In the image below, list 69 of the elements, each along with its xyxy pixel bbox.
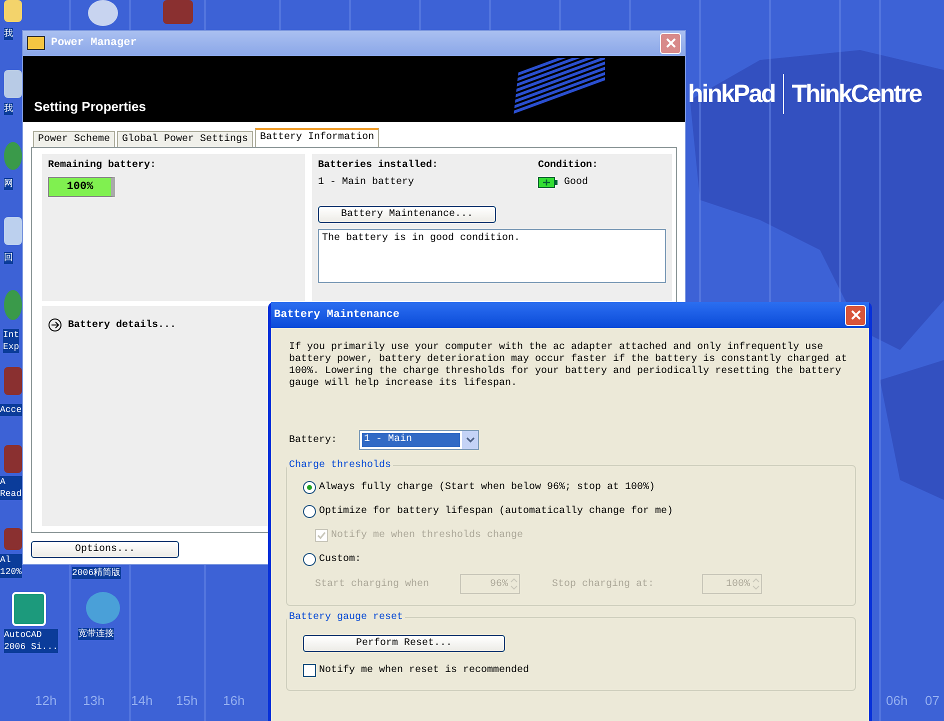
arrow-circle-icon [48,318,62,332]
brand-text: ThinkCentre [792,80,922,108]
hour-label: 12h [35,693,57,708]
tab[interactable]: Power Scheme [33,131,116,147]
battery-dropdown[interactable]: 1 - Main [359,430,480,450]
field-value: Good [564,177,588,188]
hour-label: 16h [223,693,245,708]
x-icon [850,310,860,320]
hour-label: 15h [176,693,198,708]
icon-label[interactable]: 回 [4,252,13,264]
checkbox-label[interactable]: Notify me when reset is recommended [319,664,530,676]
battery-reading: 100% [66,181,94,193]
message-box: The battery is in good condition. [318,229,666,283]
shortcut-icon[interactable] [88,0,118,26]
radio-label[interactable]: Always fully charge (Start when below 96%; stop at 100%) [319,482,656,492]
header-title: Setting Properties [34,99,146,114]
group-title: Battery gauge reset [288,612,404,623]
field-label: Remaining battery: [48,160,158,171]
shortcut-icon[interactable] [4,70,22,98]
spin-arrows-icon [510,577,518,591]
icon-label[interactable]: 我 [4,28,13,40]
icon-label[interactable]: 宽带连接 [78,628,114,640]
field-label: Batteries installed: [318,160,440,171]
field-label: Stop charging at: [552,578,656,590]
shortcut-icon[interactable] [12,592,46,626]
icon-label[interactable]: Int Exp [3,329,20,353]
close-button[interactable] [845,304,866,326]
battery-maintenance-button[interactable]: Battery Maintenance... [318,206,496,223]
caret-icon [466,437,475,443]
field-value: 1 - Main battery [318,177,416,188]
options-button[interactable]: Options... [31,541,179,558]
icon-label[interactable]: Acce [0,404,22,416]
field-label: Start charging when [315,578,430,590]
details-link[interactable]: Battery details... [68,320,176,330]
hour-label: 07 [925,693,940,708]
icon-label[interactable]: 2006精简版 [72,567,121,579]
dialog-title: Battery Maintenance [274,309,400,321]
close-button[interactable] [660,32,681,54]
shortcut-icon[interactable] [4,217,22,245]
checkbox[interactable] [303,664,316,676]
hour-label: 13h [83,693,105,708]
icon-label[interactable]: 我 [4,103,13,115]
field-label: Battery: [289,434,338,446]
brand-text: hinkPad [688,80,775,108]
description-text: If you primarily use your computer with the ac adapter attached and only infrequently use battery power, battery deterioration may occur faster if the battery is constantly charged at 100%. Lowering the charge thresholds for your battery and periodically resetting the battery gauge will help increase its lifespan. [289,342,848,390]
icon-label[interactable]: Al 120% [0,554,22,578]
shortcut-icon[interactable] [4,0,22,22]
x-icon [666,38,676,48]
shortcut-icon[interactable] [4,142,22,170]
icon-label[interactable]: AutoCAD 2006 Si... [4,629,58,653]
shortcut-icon[interactable] [4,290,22,320]
radio-button[interactable] [303,504,316,518]
field-label: Condition: [538,160,600,171]
icon-label[interactable]: A Read [0,476,22,500]
icon-label[interactable]: 网 [4,178,13,190]
perform-reset-button[interactable]: Perform Reset... [303,635,505,652]
radio-button[interactable] [303,552,316,566]
window-title: Power Manager [51,37,137,50]
spin-arrows-icon [752,577,760,591]
radio-label[interactable]: Optimize for battery lifespan (automatically change for me) [319,506,674,516]
group-title: Charge thresholds [288,460,392,471]
shortcut-icon[interactable] [4,528,22,550]
radio-label[interactable]: Custom: [319,554,362,564]
radio-button[interactable] [303,480,316,494]
tab[interactable]: Battery Information [255,128,380,147]
hour-label: 06h [886,693,908,708]
shortcut-icon[interactable] [86,592,120,624]
tab[interactable]: Global Power Settings [117,131,254,147]
hour-label: 14h [131,693,153,708]
